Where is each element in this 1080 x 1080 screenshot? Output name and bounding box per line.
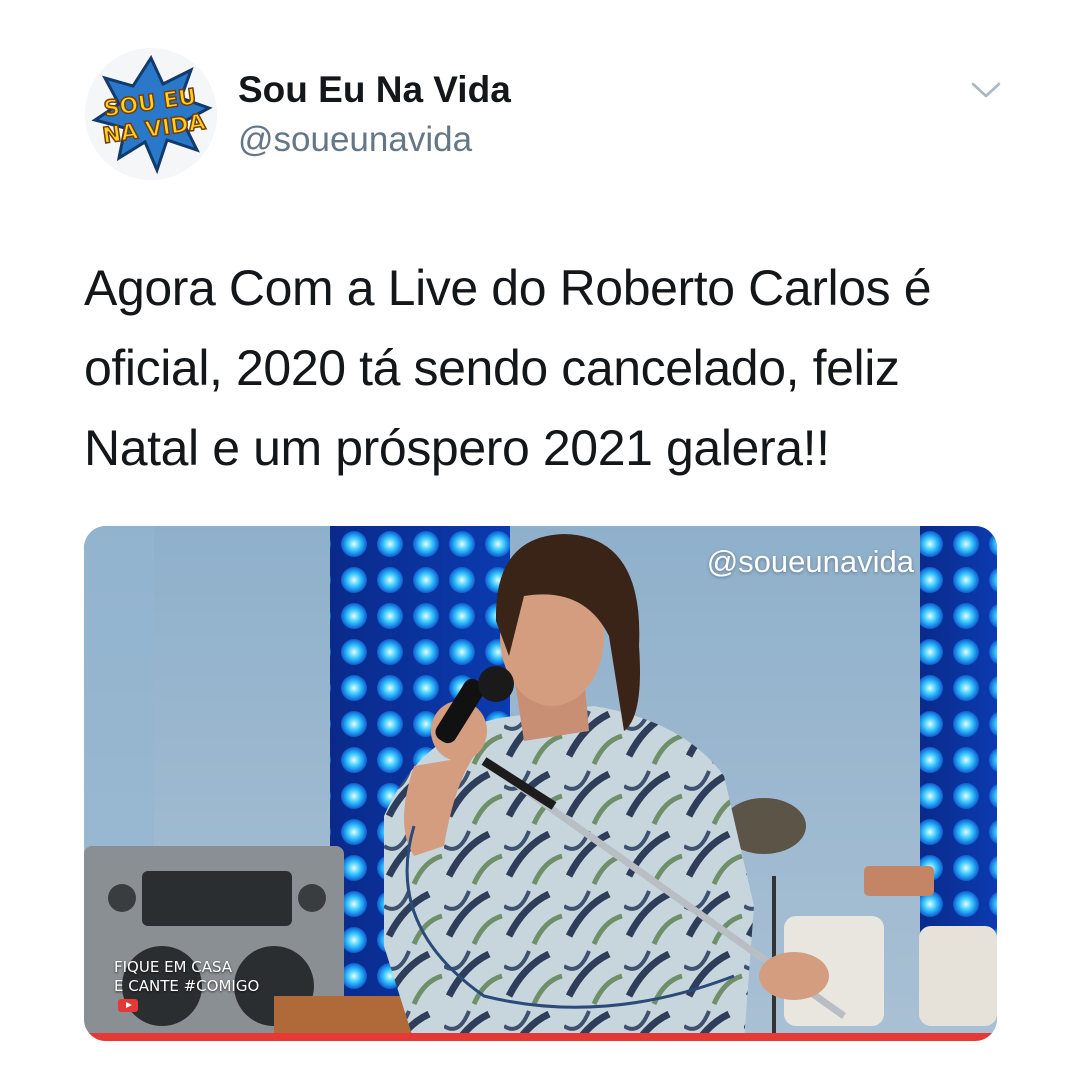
account-handle[interactable]: @soueunavida bbox=[238, 118, 472, 162]
avatar-logo: SOU EU NA VIDA bbox=[85, 48, 217, 180]
overlay-line-2: e cante #comigo bbox=[114, 977, 260, 995]
avatar[interactable]: SOU EU NA VIDA bbox=[85, 48, 217, 180]
chevron-down-icon[interactable] bbox=[968, 76, 1004, 104]
account-name[interactable]: Sou Eu Na Vida bbox=[238, 68, 511, 112]
media-watermark: @soueunavida bbox=[706, 544, 914, 579]
video-progress-bar bbox=[84, 1033, 997, 1041]
tweet-media[interactable]: @soueunavida Fique em casa e cante #comi… bbox=[84, 526, 997, 1041]
youtube-icon bbox=[118, 999, 138, 1012]
show-overlay-logo: Fique em casa e cante #comigo bbox=[114, 958, 274, 1015]
overlay-line-1: Fique em casa bbox=[114, 958, 233, 976]
tweet-text: Agora Com a Live do Roberto Carlos é ofi… bbox=[84, 260, 932, 476]
